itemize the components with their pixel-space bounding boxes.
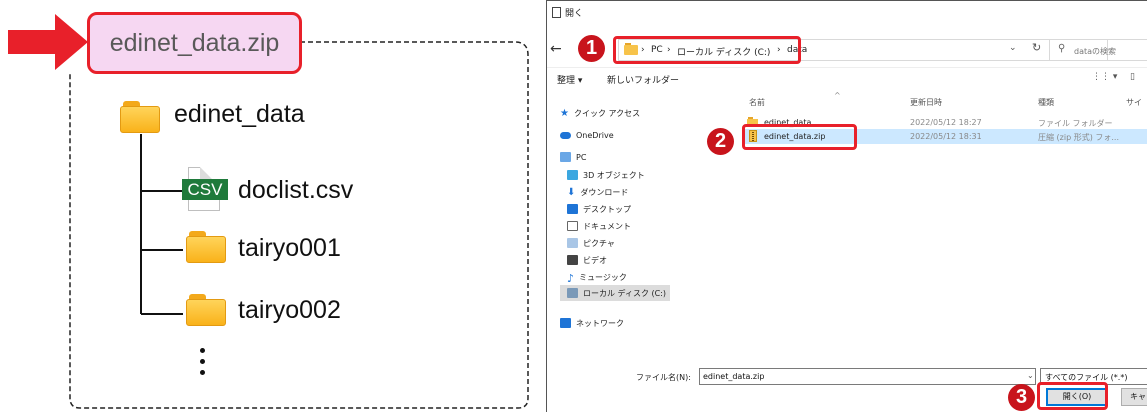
drive-icon <box>567 288 578 298</box>
nav-local-disk[interactable]: ローカル ディスク (C:) <box>560 285 670 301</box>
csv-file-icon: CSV <box>182 167 232 211</box>
desktop-icon <box>567 204 578 214</box>
file-type: 圧縮 (zip 形式) フォ... <box>1038 133 1119 142</box>
preview-pane-icon[interactable]: ▯ <box>1130 72 1135 82</box>
back-arrow-icon[interactable]: ← <box>550 41 562 57</box>
file-date: 2022/05/12 18:27 <box>910 118 982 127</box>
nav-3d-objects[interactable]: 3D オブジェクト <box>567 167 645 183</box>
nav-onedrive[interactable]: OneDrive <box>560 127 614 143</box>
cube-icon <box>567 170 578 180</box>
search-input[interactable]: ⚲ dataの検索 <box>1049 39 1147 61</box>
new-folder-button[interactable]: 新しいフォルダー <box>607 73 679 86</box>
highlight-open-button <box>1037 382 1108 410</box>
red-arrow <box>8 14 88 70</box>
filename-label: ファイル名(N): <box>636 373 691 382</box>
nav-documents[interactable]: ドキュメント <box>567 218 631 234</box>
navigation-pane: ★ クイック アクセス OneDrive PC 3D オブジェクト ⬇ ダウンロ… <box>547 91 742 341</box>
column-size[interactable]: サイ <box>1126 97 1142 108</box>
zip-file-label: edinet_data.zip <box>87 12 302 74</box>
root-folder-label: edinet_data <box>174 100 305 128</box>
search-placeholder: dataの検索 <box>1074 47 1117 56</box>
csv-file-label: doclist.csv <box>238 176 354 204</box>
search-icon: ⚲ <box>1058 43 1066 54</box>
step-badge-3: 3 <box>1008 384 1035 411</box>
filename-input[interactable]: edinet_data.zip <box>699 368 1036 385</box>
document-icon <box>552 6 561 18</box>
nav-network[interactable]: ネットワーク <box>560 315 624 331</box>
zip-file-name: edinet_data.zip <box>109 28 280 57</box>
cancel-button[interactable]: キャン <box>1121 388 1147 406</box>
cloud-icon <box>560 131 571 139</box>
dialog-title: 開く <box>565 8 584 19</box>
nav-videos[interactable]: ビデオ <box>567 252 607 268</box>
folder-icon <box>120 101 160 133</box>
step-badge-1: 1 <box>578 35 605 62</box>
refresh-icon[interactable]: ↻ <box>1032 41 1041 54</box>
music-note-icon: ♪ <box>567 272 575 285</box>
dialog-toolbar: 整理 ▾ 新しいフォルダー ⋮⋮ ▾ ▯ <box>547 67 1147 89</box>
documents-icon <box>567 221 578 231</box>
highlight-address-bar <box>613 36 801 64</box>
subfolder-2-label: tairyo002 <box>238 296 341 324</box>
chevron-down-icon[interactable]: ⌄ <box>1009 43 1017 53</box>
nav-music[interactable]: ♪ ミュージック <box>567 269 627 285</box>
sort-ascending-icon: ^ <box>834 91 841 100</box>
file-date: 2022/05/12 18:31 <box>910 132 982 141</box>
column-date-modified[interactable]: 更新日時 <box>910 97 942 108</box>
video-icon <box>567 255 578 265</box>
file-type: ファイル フォルダー <box>1038 119 1113 128</box>
nav-quick-access[interactable]: ★ クイック アクセス <box>560 105 640 121</box>
dashed-container <box>69 41 529 409</box>
filename-value: edinet_data.zip <box>703 372 765 381</box>
folder-tree-illustration: edinet_data.zip edinet_data CSV doclist.… <box>0 0 540 412</box>
step-badge-2: 2 <box>707 128 734 155</box>
computer-icon <box>560 152 571 162</box>
column-type[interactable]: 種類 <box>1038 97 1054 108</box>
more-items-ellipsis <box>200 348 208 381</box>
folder-icon <box>186 231 226 263</box>
subfolder-1-label: tairyo001 <box>238 234 341 262</box>
nav-pictures[interactable]: ピクチャ <box>567 235 615 251</box>
folder-icon <box>186 294 226 326</box>
network-icon <box>560 318 571 328</box>
pictures-icon <box>567 238 578 248</box>
organize-menu[interactable]: 整理 ▾ <box>557 73 582 86</box>
nav-downloads[interactable]: ⬇ ダウンロード <box>567 184 628 200</box>
dialog-titlebar: 開く <box>547 1 1147 23</box>
nav-pc[interactable]: PC <box>560 149 586 165</box>
star-icon: ★ <box>560 108 569 119</box>
highlight-zip-row <box>742 124 857 150</box>
nav-desktop[interactable]: デスクトップ <box>567 201 631 217</box>
download-arrow-icon: ⬇ <box>567 187 576 198</box>
csv-badge: CSV <box>182 179 228 200</box>
column-name[interactable]: 名前 <box>749 97 765 108</box>
chevron-down-icon[interactable]: ⌄ <box>1027 371 1034 380</box>
view-options-icon[interactable]: ⋮⋮ ▾ <box>1092 72 1117 82</box>
